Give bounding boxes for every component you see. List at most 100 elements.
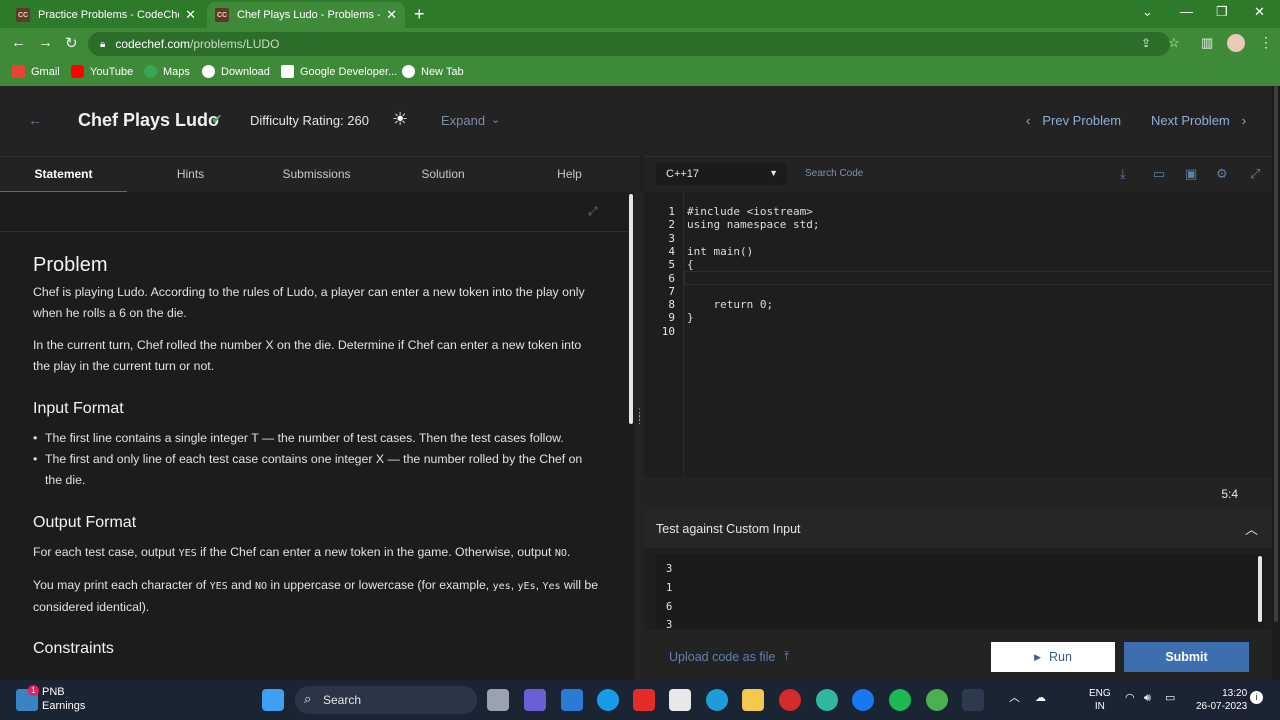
windows-start-icon[interactable] <box>262 689 284 711</box>
minimize-icon[interactable]: — <box>1180 4 1193 19</box>
code-line: return 0; <box>687 298 774 311</box>
vscode-icon[interactable] <box>561 689 583 711</box>
window-close-icon[interactable]: ✕ <box>1254 4 1265 20</box>
tab-search-icon[interactable]: ⌄ <box>1142 4 1153 20</box>
textarea-scrollbar[interactable] <box>1258 556 1262 622</box>
fullscreen-icon[interactable]: ⤢ <box>588 204 598 219</box>
close-tab-icon[interactable]: ✕ <box>185 7 196 23</box>
bookmark-label: YouTube <box>90 65 134 78</box>
chrome-icon[interactable] <box>926 689 948 711</box>
url-field[interactable]: 🔒︎ codechef.com/problems/LUDO <box>88 32 1170 56</box>
next-problem-label: Next Problem <box>1151 113 1230 128</box>
profile-avatar[interactable] <box>1227 34 1245 52</box>
run-label: Run <box>1048 650 1072 664</box>
news-widget[interactable]: PNB Earnings <box>42 685 85 713</box>
side-panel-icon[interactable]: ▥ <box>1201 35 1213 51</box>
problem-statement-pane: ⤢ Problem Chef is playing Ludo. Accordin… <box>0 192 628 680</box>
page-scrollbar[interactable] <box>1272 86 1280 680</box>
back-arrow-icon[interactable]: ← <box>28 112 42 128</box>
download-icon[interactable]: ⤓ <box>1120 166 1126 182</box>
store-icon[interactable] <box>669 689 691 711</box>
pane-divider[interactable] <box>634 192 644 680</box>
bookmark-label: Google Developer... <box>300 65 398 78</box>
code-line: using namespace std; <box>687 218 820 231</box>
prev-problem-link[interactable]: ‹ Prev Problem <box>1026 113 1121 128</box>
language-select[interactable]: C++17 ▼ <box>656 163 786 185</box>
opera-icon[interactable] <box>779 689 801 711</box>
tab-help[interactable]: Help <box>507 167 632 181</box>
language-indicator[interactable]: ENG IN <box>1089 687 1111 713</box>
maximize-icon[interactable]: ❐ <box>1216 4 1228 20</box>
edge-icon[interactable] <box>816 689 838 711</box>
spotify-icon[interactable] <box>889 689 911 711</box>
bookmark-star-icon[interactable]: ☆ <box>1168 35 1180 51</box>
wifi-icon[interactable]: ◠ <box>1125 692 1135 705</box>
menu-kebab-icon[interactable]: ⋮ <box>1259 34 1273 51</box>
youtube-icon <box>71 65 84 78</box>
notification-icon[interactable]: i <box>1250 691 1263 704</box>
facebook-icon[interactable] <box>852 689 874 711</box>
scrollbar-thumb[interactable] <box>1274 86 1278 622</box>
problem-paragraph-2: In the current turn, Chef rolled the num… <box>33 338 582 373</box>
clock[interactable]: 13:20 26-07-2023 <box>1196 687 1247 713</box>
youtube-app-icon[interactable] <box>633 689 655 711</box>
upload-code-link[interactable]: Upload code as file <box>669 650 775 664</box>
run-button[interactable]: ▶ Run <box>991 642 1115 672</box>
theme-toggle-sun-icon[interactable]: ☀ <box>392 109 408 130</box>
volume-icon[interactable]: 🔊︎ <box>1144 692 1151 705</box>
comment-icon[interactable]: ▭ <box>1153 166 1165 182</box>
reload-icon[interactable]: ↻ <box>65 34 78 52</box>
bookmark-youtube[interactable]: YouTube <box>71 65 133 78</box>
tray-chevron-up-icon[interactable]: ︿ <box>1009 692 1020 705</box>
forward-icon[interactable]: → <box>38 34 53 51</box>
bookmark-gmail[interactable]: Gmail <box>12 65 60 78</box>
expand-button[interactable]: Expand <box>441 113 485 128</box>
search-code-input[interactable]: Search Code <box>805 168 863 179</box>
editor-fullscreen-icon[interactable]: ⤢ <box>1250 166 1260 182</box>
file-explorer-icon[interactable] <box>742 689 764 711</box>
input-format-list: The first line contains a single integer… <box>33 428 593 491</box>
text-run: in uppercase or lowercase (for example, <box>267 578 493 592</box>
taskbar-search[interactable]: ⌕ Search <box>295 686 477 714</box>
close-tab-icon[interactable]: ✕ <box>386 7 397 23</box>
url-path: /problems/LUDO <box>190 37 280 51</box>
battery-icon[interactable]: ▭ <box>1165 692 1175 705</box>
prev-problem-label: Prev Problem <box>1042 113 1122 128</box>
scrollbar-thumb[interactable] <box>629 194 633 424</box>
upload-arrow-icon[interactable]: ⤒ <box>784 649 789 664</box>
chrome-dev-icon[interactable] <box>597 689 619 711</box>
bookmark-google-developer[interactable]: Google Developer... <box>281 65 397 78</box>
chevron-down-icon[interactable]: ⌄ <box>491 113 500 126</box>
cursor-position: 5:4 <box>1221 487 1238 501</box>
task-view-icon[interactable] <box>487 689 509 711</box>
settings-gear-icon[interactable]: ⚙ <box>1216 166 1228 182</box>
bookmark-maps[interactable]: Maps <box>144 65 190 78</box>
tab-statement[interactable]: Statement <box>0 167 127 181</box>
codechef-favicon-icon: CC <box>16 8 30 22</box>
browser-tab-ludo[interactable]: CC Chef Plays Ludo - Problems - Co ✕ <box>207 2 405 28</box>
new-tab-button[interactable]: + <box>414 4 425 25</box>
submit-button[interactable]: Submit <box>1124 642 1249 672</box>
google-developers-icon <box>281 65 294 78</box>
tab-solution[interactable]: Solution <box>379 167 507 181</box>
teams-icon[interactable] <box>524 689 546 711</box>
browser-tab-practice[interactable]: CC Practice Problems - CodeChef ✕ <box>8 2 204 28</box>
bookmark-new-tab[interactable]: New Tab <box>402 65 464 78</box>
custom-input-textarea[interactable]: 3 1 6 3 <box>656 554 1264 628</box>
custom-input-header[interactable]: Test against Custom Input ︿ <box>644 508 1280 548</box>
tab-submissions[interactable]: Submissions <box>254 167 379 181</box>
bookmark-download[interactable]: Download <box>202 65 270 78</box>
text-run: , <box>510 578 518 592</box>
line-number: 1 <box>668 205 675 218</box>
play-icon: ▶ <box>1034 651 1041 662</box>
next-problem-link[interactable]: Next Problem › <box>1151 113 1246 128</box>
cortana-icon[interactable] <box>706 689 728 711</box>
back-icon[interactable]: ← <box>11 34 26 51</box>
chevron-up-icon[interactable]: ︿ <box>1245 519 1258 538</box>
save-icon[interactable]: ▣ <box>1185 166 1197 182</box>
onedrive-cloud-icon[interactable]: ☁ <box>1035 692 1046 705</box>
share-icon[interactable]: ⇪ <box>1141 36 1151 50</box>
terminal-icon[interactable] <box>962 689 984 711</box>
code-editor[interactable]: 1 2 3 4 5 6 7 8 9 10 #include <iostream>… <box>644 192 1280 478</box>
tab-hints[interactable]: Hints <box>127 167 254 181</box>
